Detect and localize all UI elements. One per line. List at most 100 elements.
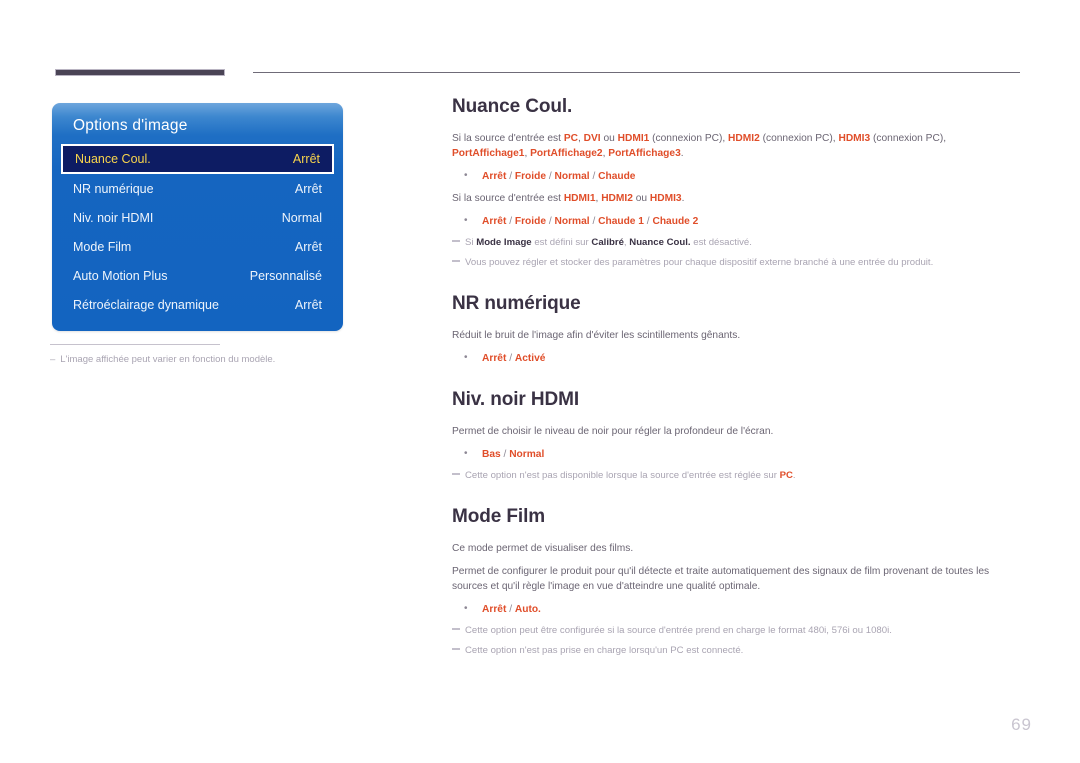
- text-fragment: ou: [600, 133, 618, 144]
- osd-menu-item[interactable]: Auto Motion Plus Personnalisé: [61, 261, 334, 290]
- osd-item-value: Arrêt: [294, 297, 322, 312]
- highlight-hdmi2: HDMI2: [728, 133, 760, 144]
- options-list-nuance-2: Arrêt / Froide / Normal / Chaude 1 / Cha…: [452, 213, 1020, 229]
- note-mode-film-pc: Cette option n'est pas prise en charge l…: [452, 644, 1020, 658]
- paragraph-nr-description: Réduit le bruit de l'image afin d'éviter…: [452, 330, 741, 341]
- option-value: Activé: [514, 353, 546, 364]
- section-nr-numerique: NR numérique Réduit le bruit de l'image …: [452, 293, 1020, 366]
- main-content-column: Nuance Coul. Si la source d'entrée est P…: [452, 96, 1020, 681]
- highlight-portaffichage1: PortAffichage1: [452, 148, 525, 159]
- bold-nuance-coul: Nuance Coul.: [629, 237, 691, 248]
- osd-item-label: Auto Motion Plus: [73, 268, 168, 283]
- osd-menu-item[interactable]: Niv. noir HDMI Normal: [61, 203, 334, 232]
- osd-item-value: Normal: [281, 210, 322, 225]
- section-nuance-coul: Nuance Coul. Si la source d'entrée est P…: [452, 96, 1020, 270]
- option-separator: /: [506, 216, 515, 227]
- options-list-nuance-1: Arrêt / Froide / Normal / Chaude: [452, 168, 1020, 184]
- option-value: Arrêt: [482, 171, 507, 182]
- option-separator: /: [546, 216, 555, 227]
- highlight-portaffichage2: PortAffichage2: [530, 148, 603, 159]
- option-separator: /: [506, 353, 515, 364]
- osd-item-label: Rétroéclairage dynamique: [73, 297, 219, 312]
- bold-calibre: Calibré: [591, 237, 624, 248]
- note-mode-film-formats: Cette option peut être configurée si la …: [452, 624, 1020, 638]
- caption-divider-rule: [50, 344, 220, 345]
- highlight-hdmi3: HDMI3: [649, 193, 682, 204]
- osd-item-label: Niv. noir HDMI: [73, 210, 154, 225]
- section-title-nr-numerique: NR numérique: [452, 293, 581, 314]
- option-value: Froide: [514, 171, 546, 182]
- figure-caption: – L'image affichée peut varier en fonctio…: [50, 354, 275, 365]
- option-separator: /: [589, 216, 599, 227]
- paragraph-mode-film-2: Permet de configurer le produit pour qu'…: [452, 566, 990, 592]
- section-mode-film: Mode Film Ce mode permet de visualiser d…: [452, 506, 1020, 658]
- text-fragment: .: [681, 193, 685, 204]
- option-value: Chaude 1: [598, 216, 644, 227]
- paragraph-source-hdmi: Si la source d'entrée est HDMI1, HDMI2 o…: [452, 191, 1020, 206]
- highlight-hdmi2: HDMI2: [601, 193, 633, 204]
- text-fragment: (connexion PC),: [870, 133, 947, 144]
- option-value: Auto.: [514, 604, 541, 615]
- section-niv-noir-hdmi: Niv. noir HDMI Permet de choisir le nive…: [452, 389, 1020, 483]
- options-list-mode-film: Arrêt / Auto.: [452, 601, 1020, 617]
- text-fragment: .: [680, 148, 684, 159]
- paragraph-source-pc: Si la source d'entrée est PC, DVI ou HDM…: [452, 131, 1020, 161]
- osd-menu-item[interactable]: Nuance Coul. Arrêt: [61, 144, 334, 174]
- osd-item-label: Nuance Coul.: [75, 152, 151, 166]
- note-mode-image-calibre: Si Mode Image est défini sur Calibré, Nu…: [452, 236, 1020, 250]
- option-separator: /: [546, 171, 555, 182]
- paragraph-mode-film-1: Ce mode permet de visualiser des films.: [452, 543, 634, 554]
- highlight-hdmi3: HDMI3: [838, 133, 871, 144]
- osd-menu-item[interactable]: NR numérique Arrêt: [61, 174, 334, 203]
- option-value: Froide: [514, 216, 546, 227]
- highlight-pc: PC: [779, 470, 793, 481]
- text-fragment: Si: [465, 237, 477, 248]
- note-niv-noir-pc: Cette option n'est pas disponible lorsqu…: [452, 469, 1020, 483]
- option-separator: /: [506, 604, 515, 615]
- osd-item-value: Arrêt: [294, 181, 322, 196]
- option-separator: /: [500, 449, 510, 460]
- highlight-portaffichage3: PortAffichage3: [608, 148, 681, 159]
- highlight-hdmi1: HDMI1: [617, 133, 650, 144]
- caption-label: L'image affichée peut varier en fonction…: [60, 354, 276, 365]
- text-fragment: Si la source d'entrée est: [452, 133, 564, 144]
- paragraph-niv-noir-description: Permet de choisir le niveau de noir pour…: [452, 426, 774, 437]
- text-fragment: est désactivé.: [690, 237, 752, 248]
- option-value: Normal: [554, 216, 590, 227]
- section-title-nuance-coul: Nuance Coul.: [452, 96, 573, 117]
- bold-mode-image: Mode Image: [476, 237, 532, 248]
- osd-item-value: Personnalisé: [249, 268, 322, 283]
- option-separator: /: [589, 171, 599, 182]
- osd-menu-item[interactable]: Mode Film Arrêt: [61, 232, 334, 261]
- highlight-pc: PC: [563, 133, 578, 144]
- text-fragment: .: [792, 470, 796, 481]
- text-fragment: ou: [632, 193, 650, 204]
- osd-item-label: NR numérique: [73, 181, 154, 196]
- text-fragment: (connexion PC),: [649, 133, 729, 144]
- option-value: Arrêt: [482, 216, 507, 227]
- option-value: Arrêt: [482, 353, 507, 364]
- osd-panel-title: Options d'image: [73, 117, 188, 134]
- highlight-dvi: DVI: [583, 133, 601, 144]
- option-value: Normal: [509, 449, 545, 460]
- section-title-niv-noir-hdmi: Niv. noir HDMI: [452, 389, 580, 410]
- osd-item-label: Mode Film: [73, 239, 132, 254]
- option-value: Chaude 2: [652, 216, 699, 227]
- highlight-hdmi1: HDMI1: [563, 193, 596, 204]
- header-accent-bar: [55, 69, 225, 76]
- options-list-niv-noir: Bas / Normal: [452, 446, 1020, 462]
- osd-menu-list: Nuance Coul. Arrêt NR numérique Arrêt Niv. n…: [52, 144, 343, 319]
- option-value: Normal: [554, 171, 590, 182]
- osd-menu-item[interactable]: Rétroéclairage dynamique Arrêt: [61, 290, 334, 319]
- text-fragment: Cette option n'est pas disponible lorsqu…: [465, 470, 780, 481]
- option-value: Bas: [482, 449, 501, 460]
- options-list-nr: Arrêt / Activé: [452, 350, 1020, 366]
- option-value: Chaude: [598, 171, 636, 182]
- section-title-mode-film: Mode Film: [452, 506, 546, 527]
- text-fragment: (connexion PC),: [759, 133, 839, 144]
- option-separator: /: [506, 171, 515, 182]
- option-value: Arrêt: [482, 604, 507, 615]
- note-store-params: Vous pouvez régler et stocker des paramè…: [452, 256, 1020, 270]
- page-number: 69: [1011, 715, 1032, 734]
- header-divider-rule: [253, 72, 1020, 73]
